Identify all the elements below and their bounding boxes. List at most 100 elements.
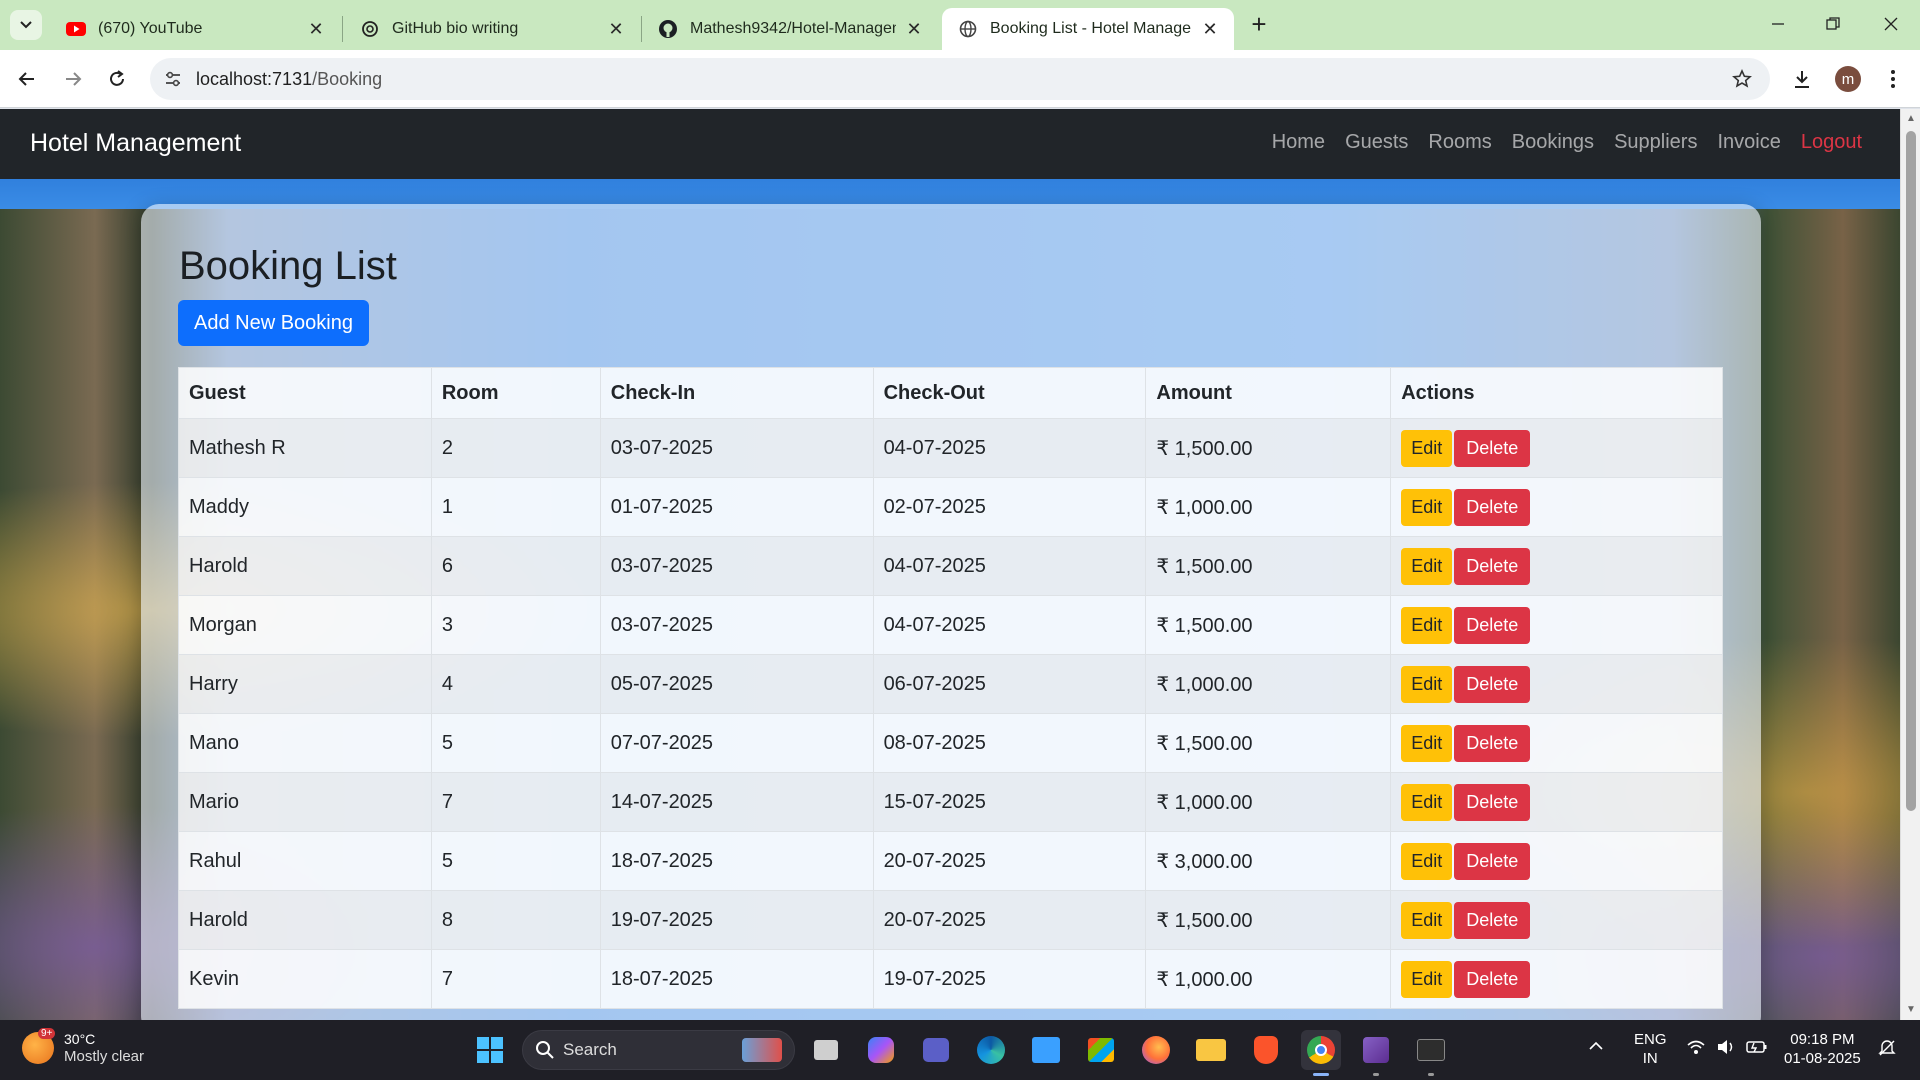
- store-button[interactable]: [1081, 1030, 1121, 1070]
- profile-button[interactable]: m: [1831, 62, 1865, 96]
- delete-booking-button[interactable]: Delete: [1454, 606, 1531, 644]
- delete-booking-button[interactable]: Delete: [1454, 488, 1531, 526]
- notifications-button[interactable]: [1878, 1038, 1896, 1061]
- reload-button[interactable]: [100, 62, 134, 96]
- delete-booking-button[interactable]: Delete: [1454, 429, 1531, 467]
- edit-booking-button[interactable]: Edit: [1401, 724, 1453, 762]
- column-header-guest: Guest: [178, 367, 432, 419]
- minimize-icon: [1772, 23, 1784, 25]
- brave-icon: [1254, 1036, 1278, 1064]
- new-tab-button[interactable]: +: [1246, 11, 1272, 38]
- actions-cell: Edit Delete: [1390, 418, 1723, 478]
- show-hidden-icons-button[interactable]: [1588, 1038, 1604, 1059]
- actions-cell: Edit Delete: [1390, 477, 1723, 537]
- clock[interactable]: 09:18 PM 01-08-2025: [1784, 1030, 1861, 1068]
- delete-booking-button[interactable]: Delete: [1454, 842, 1531, 880]
- chrome-button[interactable]: [1301, 1030, 1341, 1076]
- nav-invoice[interactable]: Invoice: [1717, 131, 1780, 154]
- language-indicator[interactable]: ENG IN: [1634, 1030, 1667, 1068]
- edit-booking-button[interactable]: Edit: [1401, 606, 1453, 644]
- edit-booking-button[interactable]: Edit: [1401, 901, 1453, 939]
- folder-icon: [1196, 1039, 1226, 1061]
- nav-suppliers[interactable]: Suppliers: [1614, 131, 1697, 154]
- page-scrollbar[interactable]: ▲ ▼: [1900, 109, 1920, 1020]
- booking-card: Booking List Add New Booking Guest Room …: [141, 204, 1761, 1020]
- edit-booking-button[interactable]: Edit: [1401, 665, 1453, 703]
- room-cell: 7: [430, 949, 601, 1009]
- edit-booking-button[interactable]: Edit: [1401, 488, 1453, 526]
- store-icon: [1088, 1038, 1114, 1062]
- teams-button[interactable]: [916, 1030, 956, 1070]
- mylp-button[interactable]: [1026, 1030, 1066, 1070]
- volume-icon: [1718, 1040, 1733, 1054]
- tab-youtube[interactable]: (670) YouTube ✕: [50, 8, 340, 50]
- system-tray-icons[interactable]: [1686, 1038, 1768, 1056]
- room-cell: 7: [430, 772, 601, 832]
- edit-booking-button[interactable]: Edit: [1401, 547, 1453, 585]
- scrollbar-thumb[interactable]: [1906, 131, 1916, 811]
- tab-github-repo[interactable]: Mathesh9342/Hotel-Management ✕: [642, 8, 938, 50]
- edit-booking-button[interactable]: Edit: [1401, 429, 1453, 467]
- column-header-actions: Actions: [1390, 367, 1723, 419]
- add-new-booking-button[interactable]: Add New Booking: [178, 300, 369, 346]
- room-cell: 8: [430, 890, 601, 950]
- restore-button[interactable]: [1810, 8, 1856, 40]
- close-tab-icon[interactable]: ✕: [606, 19, 626, 39]
- scroll-down-icon[interactable]: ▼: [1905, 1004, 1917, 1016]
- minimize-button[interactable]: [1755, 8, 1801, 40]
- nav-guests[interactable]: Guests: [1345, 131, 1408, 154]
- table-row: Harold 6 03-07-2025 04-07-2025 ₹ 1,500.00 Edi…: [178, 536, 1723, 596]
- brand-link[interactable]: Hotel Management: [30, 129, 241, 158]
- file-explorer-button[interactable]: [1191, 1030, 1231, 1070]
- check-out-cell: 20-07-2025: [872, 831, 1147, 891]
- edit-booking-button[interactable]: Edit: [1401, 960, 1453, 998]
- delete-booking-button[interactable]: Delete: [1454, 901, 1531, 939]
- close-tab-icon[interactable]: ✕: [904, 19, 924, 39]
- task-view-icon: [814, 1040, 838, 1060]
- forward-button[interactable]: [56, 62, 90, 96]
- delete-booking-button[interactable]: Delete: [1454, 783, 1531, 821]
- firefox-button[interactable]: [1136, 1030, 1176, 1070]
- edit-booking-button[interactable]: Edit: [1401, 783, 1453, 821]
- nav-logout[interactable]: Logout: [1801, 131, 1862, 154]
- tab-booking-list[interactable]: Booking List - Hotel Management ✕: [942, 8, 1234, 50]
- nav-rooms[interactable]: Rooms: [1428, 131, 1491, 154]
- downloads-button[interactable]: [1785, 62, 1819, 96]
- visual-studio-button[interactable]: [1356, 1030, 1396, 1076]
- bookmark-star-icon[interactable]: [1730, 67, 1754, 91]
- nav-links: Home Guests Rooms Bookings Suppliers Inv…: [1252, 131, 1862, 154]
- copilot-button[interactable]: [861, 1030, 901, 1070]
- browser-menu-button[interactable]: [1876, 62, 1910, 96]
- tab-search-button[interactable]: [10, 10, 42, 40]
- taskbar-search[interactable]: Search: [522, 1030, 795, 1070]
- delete-booking-button[interactable]: Delete: [1454, 724, 1531, 762]
- check-out-cell: 08-07-2025: [872, 713, 1147, 773]
- close-window-button[interactable]: [1868, 8, 1914, 40]
- delete-booking-button[interactable]: Delete: [1454, 960, 1531, 998]
- terminal-button[interactable]: [1411, 1030, 1451, 1076]
- guest-cell: Mathesh R: [178, 418, 432, 478]
- task-view-button[interactable]: [806, 1030, 846, 1070]
- check-in-cell: 03-07-2025: [599, 418, 874, 478]
- language-code: ENG: [1634, 1031, 1667, 1048]
- actions-cell: Edit Delete: [1390, 772, 1723, 832]
- weather-widget[interactable]: 9+ 30°C Mostly clear: [22, 1028, 144, 1066]
- nav-home[interactable]: Home: [1272, 131, 1325, 154]
- tab-title: (670) YouTube: [98, 20, 203, 37]
- close-tab-icon[interactable]: ✕: [1200, 19, 1220, 39]
- address-bar[interactable]: localhost:7131/Booking: [150, 58, 1770, 100]
- table-row: Maddy 1 01-07-2025 02-07-2025 ₹ 1,000.00 Edit…: [178, 477, 1723, 537]
- tab-github-bio[interactable]: GitHub bio writing ✕: [344, 8, 640, 50]
- delete-booking-button[interactable]: Delete: [1454, 547, 1531, 585]
- close-tab-icon[interactable]: ✕: [306, 19, 326, 39]
- edit-booking-button[interactable]: Edit: [1401, 842, 1453, 880]
- site-info-icon[interactable]: [162, 68, 184, 90]
- table-row: Mathesh R 2 03-07-2025 04-07-2025 ₹ 1,500.00…: [178, 418, 1723, 478]
- delete-booking-button[interactable]: Delete: [1454, 665, 1531, 703]
- scroll-up-icon[interactable]: ▲: [1905, 113, 1917, 125]
- start-button[interactable]: [470, 1030, 510, 1070]
- edge-button[interactable]: [971, 1030, 1011, 1070]
- nav-bookings[interactable]: Bookings: [1512, 131, 1594, 154]
- brave-button[interactable]: [1246, 1030, 1286, 1070]
- back-button[interactable]: [10, 62, 44, 96]
